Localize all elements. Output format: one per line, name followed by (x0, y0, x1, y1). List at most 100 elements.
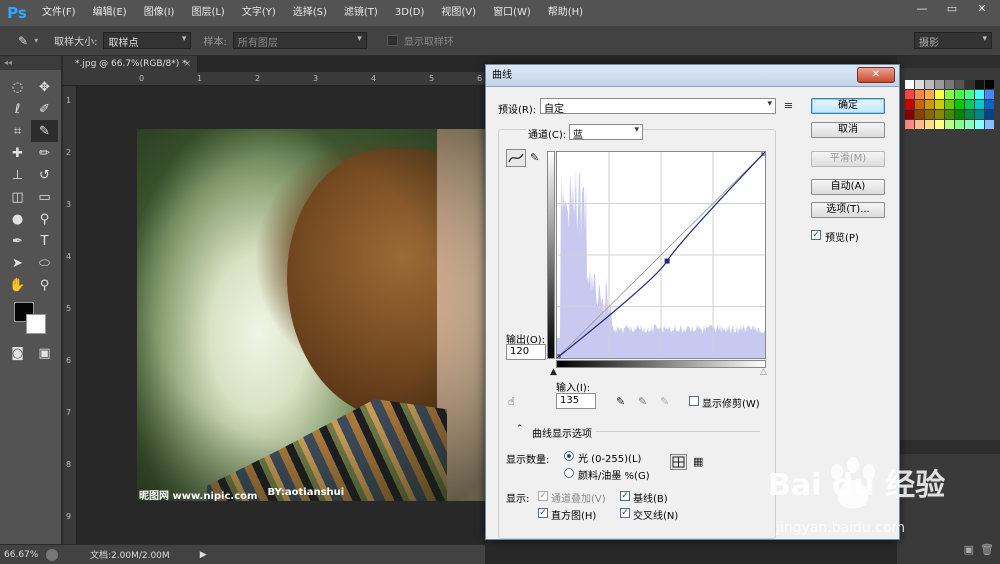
color-swatch[interactable] (965, 90, 974, 99)
sample-select[interactable]: 所有图层 (233, 32, 367, 49)
hand-tool-icon[interactable]: ✋ (4, 274, 31, 296)
options-button[interactable]: 选项(T)... (811, 202, 885, 218)
channel-select[interactable]: 蓝 (569, 124, 643, 140)
color-swatch[interactable] (905, 110, 914, 119)
black-eyedropper-icon[interactable]: ✎ (616, 395, 625, 408)
color-swatch[interactable] (905, 120, 914, 129)
minimize-button[interactable]: — (908, 0, 936, 18)
color-swatch[interactable] (915, 90, 924, 99)
color-swatch[interactable] (915, 110, 924, 119)
color-swatch[interactable] (905, 100, 914, 109)
screen-mode-icon[interactable]: ▣ (31, 342, 58, 364)
target-adjust-hand-icon[interactable]: ☝ (508, 395, 515, 408)
tool-preset-chevron-icon[interactable]: ▾ (34, 36, 38, 45)
color-swatch[interactable] (965, 120, 974, 129)
new-layer-icon[interactable]: ▣ (964, 543, 974, 556)
input-field[interactable]: 135 (556, 393, 596, 409)
color-swatch[interactable] (935, 90, 944, 99)
eyedropper-tool-icon[interactable]: ✎ (31, 120, 58, 142)
color-swatch[interactable] (975, 110, 984, 119)
status-info-icon[interactable] (46, 549, 58, 561)
marquee-tool-icon[interactable]: ◌ (4, 76, 31, 98)
tools-panel-collapse-icon[interactable]: ◂◂ (0, 56, 61, 70)
menu-image[interactable]: 图像(I) (136, 0, 184, 26)
color-swatch[interactable] (975, 100, 984, 109)
color-swatch[interactable] (985, 110, 994, 119)
pencil-draw-icon[interactable]: ✎ (530, 151, 539, 164)
zoom-tool-icon[interactable]: ⚲ (31, 274, 58, 296)
histogram-checkbox[interactable]: ✓ (538, 508, 548, 518)
color-swatch[interactable] (955, 110, 964, 119)
menu-select[interactable]: 选择(S) (285, 0, 336, 26)
color-swatch[interactable] (945, 110, 954, 119)
background-color[interactable] (26, 314, 46, 334)
move-tool-icon[interactable]: ✥ (31, 76, 58, 98)
canvas-area[interactable]: 昵图网 www.nipic.com BY:aotianshui (77, 86, 485, 544)
preset-select[interactable]: 自定 (540, 98, 776, 114)
color-swatch[interactable] (905, 80, 914, 89)
detailed-grid-icon[interactable]: ▦ (693, 455, 703, 468)
color-swatch[interactable] (955, 80, 964, 89)
quick-select-tool-icon[interactable]: ✐ (31, 98, 58, 120)
color-swatches[interactable] (12, 300, 52, 336)
color-swatch[interactable] (925, 80, 934, 89)
auto-button[interactable]: 自动(A) (811, 179, 885, 195)
menu-layer[interactable]: 图层(L) (183, 0, 233, 26)
eraser-tool-icon[interactable]: ◫ (4, 186, 31, 208)
output-field[interactable]: 120 (506, 344, 546, 360)
show-clipping-checkbox[interactable] (689, 396, 699, 406)
light-radio[interactable] (564, 451, 574, 461)
document-tab[interactable]: *.jpg @ 66.7%(RGB/8*) * × (63, 56, 198, 72)
color-swatch[interactable] (945, 120, 954, 129)
color-swatch[interactable] (955, 120, 964, 129)
path-select-tool-icon[interactable]: ➤ (4, 252, 31, 274)
clone-stamp-tool-icon[interactable]: ⊥ (4, 164, 31, 186)
menu-3d[interactable]: 3D(D) (387, 0, 434, 26)
lasso-tool-icon[interactable]: ℓ (4, 98, 31, 120)
sample-size-select[interactable]: 取样点 (103, 32, 191, 49)
close-window-button[interactable]: ✕ (968, 0, 996, 18)
channel-overlay-checkbox[interactable]: ✓ (538, 491, 548, 501)
color-swatch[interactable] (925, 120, 934, 129)
white-point-slider-icon[interactable]: △ (760, 367, 767, 377)
ellipse-tool-icon[interactable]: ⬭ (31, 252, 58, 274)
color-swatch[interactable] (985, 100, 994, 109)
brush-tool-icon[interactable]: ✏ (31, 142, 58, 164)
collapse-options-icon[interactable]: ⌃ (516, 424, 524, 434)
black-point-slider-icon[interactable]: ▲ (550, 367, 557, 377)
pigment-radio[interactable] (564, 468, 574, 478)
color-swatch[interactable] (985, 90, 994, 99)
dodge-tool-icon[interactable]: ⚲ (31, 208, 58, 230)
blur-tool-icon[interactable]: ● (4, 208, 31, 230)
zoom-level[interactable]: 66.67% (0, 550, 44, 560)
color-swatch[interactable] (915, 120, 924, 129)
color-swatch[interactable] (935, 110, 944, 119)
document-image[interactable] (137, 129, 485, 501)
workspace-select[interactable]: 摄影 (914, 32, 992, 49)
close-document-icon[interactable]: × (183, 56, 191, 72)
color-swatch[interactable] (985, 80, 994, 89)
status-menu-arrow-icon[interactable]: ▶ (200, 550, 207, 560)
ok-button[interactable]: 确定 (811, 98, 885, 114)
preview-checkbox[interactable]: ✓ (811, 230, 821, 240)
menu-help[interactable]: 帮助(H) (540, 0, 592, 26)
type-tool-icon[interactable]: T (31, 230, 58, 252)
color-swatch[interactable] (935, 100, 944, 109)
healing-brush-tool-icon[interactable]: ✚ (4, 142, 31, 164)
color-swatch[interactable] (945, 90, 954, 99)
color-swatch[interactable] (945, 80, 954, 89)
intersection-checkbox[interactable]: ✓ (620, 508, 630, 518)
color-swatch[interactable] (975, 80, 984, 89)
color-swatch[interactable] (975, 120, 984, 129)
color-swatch[interactable] (965, 100, 974, 109)
simple-grid-icon[interactable] (670, 454, 687, 470)
history-brush-tool-icon[interactable]: ↺ (31, 164, 58, 186)
white-eyedropper-icon[interactable]: ✎ (660, 395, 669, 408)
menu-window[interactable]: 窗口(W) (485, 0, 540, 26)
baseline-checkbox[interactable]: ✓ (620, 491, 630, 501)
color-swatch[interactable] (975, 90, 984, 99)
show-ring-checkbox[interactable] (387, 35, 398, 46)
color-swatch[interactable] (925, 90, 934, 99)
color-swatch[interactable] (965, 80, 974, 89)
menu-type[interactable]: 文字(Y) (234, 0, 285, 26)
